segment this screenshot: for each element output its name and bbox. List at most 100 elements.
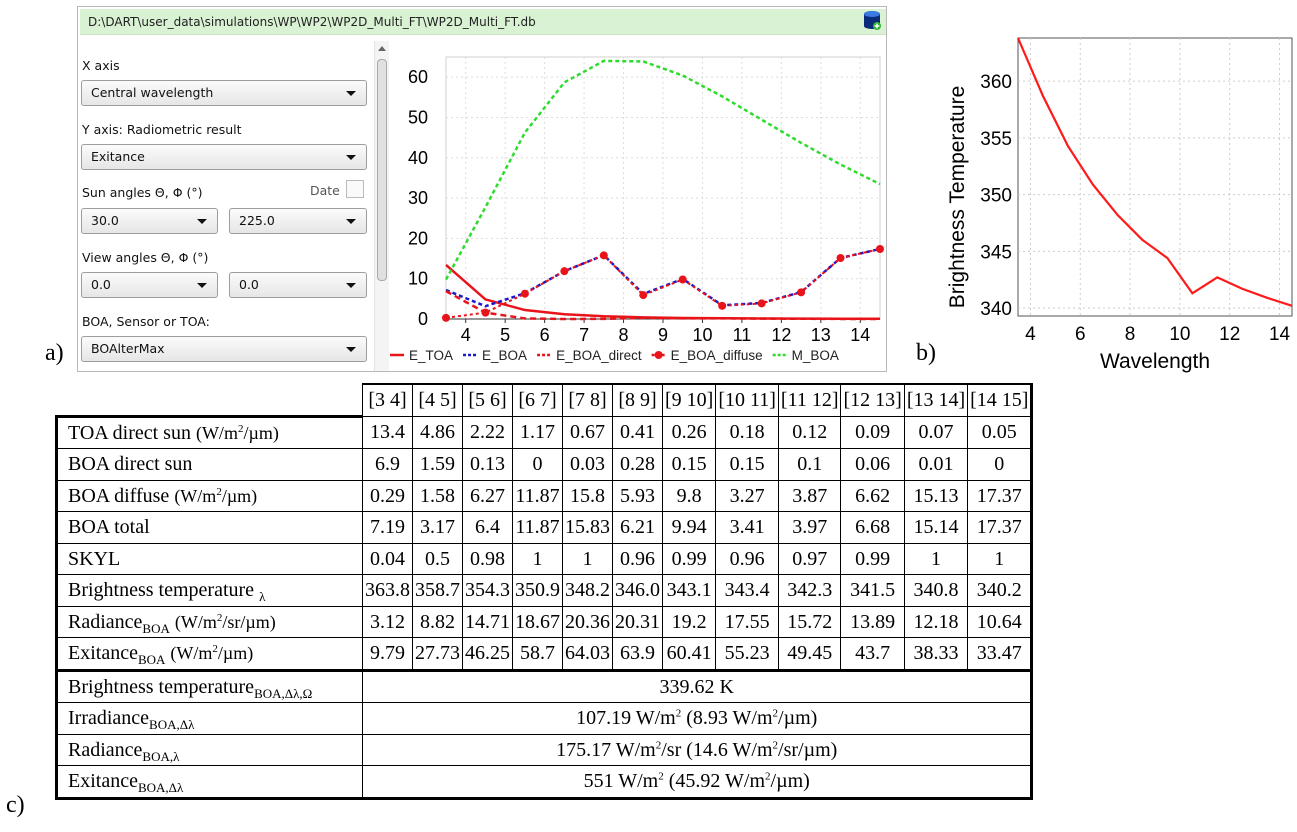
interval-header: [9 10] [661, 383, 717, 417]
summary-value: 107.19 W/m2 (8.93 W/m2/µm) [361, 702, 1034, 735]
summary-value: 175.17 W/m2/sr (14.6 W/m2/sr/µm) [361, 733, 1034, 766]
y-axis-title: Brightness Temperature [946, 86, 969, 309]
table-cell: 0.1 [777, 448, 842, 481]
boa-sensor-toa-value: BOAlterMax [91, 341, 165, 356]
view-theta-value: 0.0 [91, 277, 111, 292]
table-cell: 0.15 [715, 448, 779, 481]
table-cell: 55.23 [715, 637, 779, 671]
scrollbar-thumb[interactable] [377, 59, 387, 281]
date-checkbox[interactable] [346, 180, 364, 198]
table-cell: 1 [562, 542, 613, 575]
interval-header: [5 6] [462, 383, 513, 417]
y-tick-label: 50 [408, 107, 428, 127]
row-label: ExitanceBOA (W/m2/µm) [55, 637, 363, 671]
data-point-e-boa-diffuse [678, 275, 687, 284]
legend-label-e-boa: E_BOA [482, 348, 527, 363]
database-path-bar[interactable]: D:\DART\user_data\simulations\WP\WP2\WP2… [80, 9, 886, 35]
x-tick-label: 5 [500, 325, 510, 345]
table-cell: 0.12 [777, 415, 842, 449]
table-cell: 3.97 [777, 511, 842, 544]
chevron-down-icon [197, 219, 207, 224]
y-axis-select[interactable]: Exitance [81, 144, 367, 170]
table-cell: 1.59 [412, 448, 463, 481]
table-row: BOA direct sun 6.9 1.59 0.13 0 0.03 0.28 0.15 0.… [55, 448, 1034, 481]
table-cell: 27.73 [412, 637, 463, 671]
table-cell: 0.96 [612, 542, 663, 575]
row-label: RadianceBOA (W/m2/sr/µm) [55, 605, 363, 638]
table-cell: 33.47 [967, 637, 1034, 671]
x-axis-value: Central wavelength [91, 85, 214, 100]
sun-theta-select[interactable]: 30.0 [81, 208, 218, 234]
table-cell: 0.67 [562, 415, 613, 449]
date-label: Date [310, 183, 340, 198]
x-axis-label: X axis [82, 58, 120, 73]
database-add-icon[interactable] [862, 9, 882, 31]
table-cell: 1 [903, 542, 969, 575]
summary-label: Brightness temperatureBOA,Δλ,Ω [55, 668, 363, 703]
table-cell: 5.93 [612, 479, 663, 512]
boa-sensor-toa-select[interactable]: BOAlterMax [81, 336, 367, 362]
table-cell: 8.82 [412, 605, 463, 638]
table-cell: 38.33 [903, 637, 969, 671]
row-label: BOA direct sun [55, 448, 363, 481]
table-cell: 4.86 [412, 415, 463, 449]
table-cell: 15.72 [777, 605, 842, 638]
table-cell: 20.31 [612, 605, 663, 638]
table-cell: 13.4 [362, 415, 413, 449]
x-tick-label: 6 [1075, 324, 1086, 345]
table-cell: 2.22 [462, 415, 513, 449]
table-cell: 9.94 [661, 511, 717, 544]
x-tick-label: 7 [579, 325, 589, 345]
table-cell: 3.17 [412, 511, 463, 544]
y-tick-label: 40 [408, 148, 428, 168]
x-tick-label: 14 [1269, 324, 1291, 345]
table-cell: 6.68 [840, 511, 905, 544]
table-cell: 0.29 [362, 479, 413, 512]
interval-header: [14 15] [967, 383, 1034, 417]
table-cell: 1.17 [512, 415, 563, 449]
table-cell: 0.26 [661, 415, 717, 449]
x-tick-label: 4 [461, 325, 471, 345]
x-tick-label: 13 [811, 325, 831, 345]
controls-scrollbar[interactable] [374, 41, 389, 371]
table-cell: 0.41 [612, 415, 663, 449]
table-row: SKYL 0.04 0.5 0.98 1 1 0.96 0.99 0.96 0.97 0.99 1 1 [55, 542, 1034, 575]
summary-value: 339.62 K [361, 668, 1034, 703]
table-cell: 58.7 [512, 637, 563, 671]
table-cell: 11.87 [512, 511, 563, 544]
table-cell: 60.41 [661, 637, 717, 671]
view-theta-select[interactable]: 0.0 [81, 272, 218, 298]
table-cell: 17.37 [967, 511, 1034, 544]
view-phi-select[interactable]: 0.0 [229, 272, 367, 298]
data-point-e-boa-diffuse [876, 244, 884, 253]
table-cell: 343.1 [661, 574, 717, 607]
table-cell: 0.09 [840, 415, 905, 449]
x-tick-label: 6 [540, 325, 550, 345]
y-axis-value: Exitance [91, 149, 145, 164]
table-cell: 9.79 [362, 637, 413, 671]
interval-header: [11 12] [777, 383, 842, 417]
data-point-e-boa-diffuse [520, 289, 529, 298]
y-tick-label: 340 [980, 299, 1012, 320]
table-cell: 3.27 [715, 479, 779, 512]
x-axis-select[interactable]: Central wavelength [81, 80, 367, 106]
sun-phi-select[interactable]: 225.0 [229, 208, 367, 234]
plot-controls-panel: X axis Central wavelength Y axis: Radiom… [78, 37, 370, 371]
x-tick-label: 10 [1169, 324, 1190, 345]
x-tick-label: 8 [619, 325, 629, 345]
table-cell: 0.04 [362, 542, 413, 575]
table-cell: 63.9 [612, 637, 663, 671]
table-cell: 3.12 [362, 605, 413, 638]
interval-header: [12 13] [840, 383, 905, 417]
dart-window: D:\DART\user_data\simulations\WP\WP2\WP2… [77, 6, 887, 372]
table-cell: 6.62 [840, 479, 905, 512]
table-cell: 11.87 [512, 479, 563, 512]
table-cell: 19.2 [661, 605, 717, 638]
table-header-row: [3 4] [4 5] [5 6] [6 7] [7 8] [8 9] [9 10] [10 … [56, 383, 1034, 418]
y-tick-label: 355 [980, 129, 1012, 150]
x-tick-label: 14 [850, 325, 870, 345]
y-tick-label: 360 [980, 72, 1012, 93]
table-cell: 49.45 [777, 637, 842, 671]
table-cell: 0.96 [715, 542, 779, 575]
scroll-up-icon[interactable] [378, 46, 386, 51]
